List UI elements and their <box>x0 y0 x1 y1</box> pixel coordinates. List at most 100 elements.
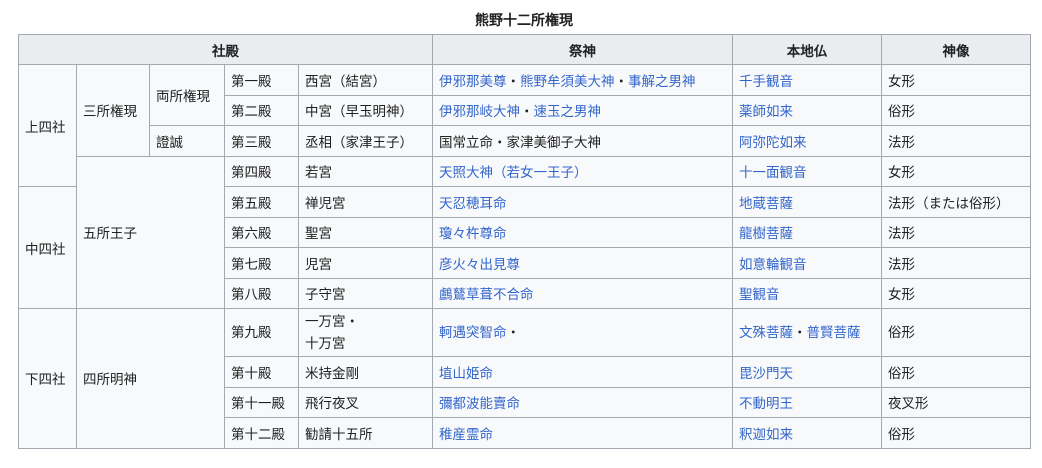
deity-cell: 稚産霊命 <box>432 417 733 449</box>
table-caption: 熊野十二所権現 <box>475 13 573 29</box>
shrine-name-cell: 丞相（家津王子） <box>298 125 433 157</box>
shrine-name-cell: 西宮（結宮） <box>298 64 433 96</box>
den-cell: 第七殿 <box>224 247 299 279</box>
honji-link[interactable]: 如意輪観音 <box>739 257 807 273</box>
honji-cell: 文殊菩薩・普賢菩薩 <box>732 308 882 357</box>
honji-link[interactable]: 阿弥陀如来 <box>739 135 807 151</box>
group-shimoshisha: 下四社 <box>18 308 77 449</box>
shrine-name-cell: 米持金剛 <box>298 356 433 388</box>
honji-cell: 地蔵菩薩 <box>732 186 882 218</box>
honji-link[interactable]: 龍樹菩薩 <box>739 226 793 242</box>
honji-link[interactable]: 普賢菩薩 <box>807 325 861 341</box>
shrine-name-cell: 子守宮 <box>298 277 433 309</box>
deity-link[interactable]: 彌都波能賣命 <box>439 396 520 412</box>
den-cell: 第三殿 <box>224 125 299 157</box>
deity-link[interactable]: 事解之男神 <box>628 74 696 90</box>
honji-link[interactable]: 釈迦如来 <box>739 427 793 443</box>
zo-cell: 俗形 <box>881 308 1031 357</box>
honji-cell: 聖観音 <box>732 277 882 309</box>
shrine-name-cell: 聖宮 <box>298 216 433 248</box>
zo-cell: 法形 <box>881 216 1031 248</box>
zo-cell: 女形 <box>881 64 1031 96</box>
den-cell: 第八殿 <box>224 277 299 309</box>
group-shisho-myojin: 四所明神 <box>76 308 225 449</box>
table-row: 上四社 三所権現 両所権現 第一殿 西宮（結宮） 伊邪那美尊・熊野牟須美大神・事… <box>18 64 1031 187</box>
honji-link[interactable]: 聖観音 <box>739 287 780 303</box>
table-row: 下四社 四所明神 第九殿 一万宮・ 十万宮 軻遇突智命・ 文殊菩薩・普賢菩薩 俗形 <box>18 308 1031 449</box>
den-cell: 第十二殿 <box>224 417 299 449</box>
deity-cell: 軻遇突智命・ <box>432 308 733 357</box>
deity-link[interactable]: 伊邪那岐大神 <box>439 104 520 120</box>
deity-cell: 伊邪那美尊・熊野牟須美大神・事解之男神 <box>432 64 733 96</box>
deity-cell: 伊邪那岐大神・速玉之男神 <box>432 94 733 126</box>
zo-cell: 法形（または俗形） <box>881 186 1031 218</box>
den-cell: 第六殿 <box>224 216 299 248</box>
deity-link[interactable]: 天照大神（若女一王子） <box>439 165 588 181</box>
honji-link[interactable]: 毘沙門天 <box>739 366 793 382</box>
honji-link[interactable]: 文殊菩薩 <box>739 325 793 341</box>
group-shosho: 證誠 <box>149 125 225 157</box>
table-container: 熊野十二所権現 社殿 祭神 本地仏 神像 上四社 三所権現 両所権現 第一殿 西… <box>18 8 1031 449</box>
honji-cell: 釈迦如来 <box>732 417 882 449</box>
header-shaden: 社殿 <box>18 34 433 65</box>
deity-link[interactable]: 鸕鶿草葺不合命 <box>439 287 534 303</box>
header-row: 社殿 祭神 本地仏 神像 <box>18 34 1031 65</box>
honji-cell: 龍樹菩薩 <box>732 216 882 248</box>
group-ryosho-gongen: 両所権現 <box>149 64 225 126</box>
header-saijin: 祭神 <box>432 34 733 65</box>
honji-cell: 不動明王 <box>732 386 882 418</box>
honji-link[interactable]: 不動明王 <box>739 396 793 412</box>
deity-cell: 瓊々杵尊命 <box>432 216 733 248</box>
den-cell: 第一殿 <box>224 64 299 96</box>
deity-link[interactable]: 軻遇突智命 <box>439 325 507 341</box>
honji-link[interactable]: 千手観音 <box>739 74 793 90</box>
shrine-name-cell: 禅児宮 <box>298 186 433 218</box>
shrine-name-cell: 中宮（早玉明神） <box>298 94 433 126</box>
deity-link[interactable]: 天忍穂耳命 <box>439 196 507 212</box>
deity-link[interactable]: 稚産霊命 <box>439 427 493 443</box>
honji-cell: 毘沙門天 <box>732 356 882 388</box>
deity-cell: 国常立命・家津美御子大神 <box>432 125 733 157</box>
den-cell: 第四殿 <box>224 155 299 187</box>
zo-cell: 俗形 <box>881 94 1031 126</box>
den-cell: 第十殿 <box>224 356 299 388</box>
group-gosho-oji: 五所王子 <box>76 155 225 309</box>
shrine-name-cell: 若宮 <box>298 155 433 187</box>
honji-cell: 阿弥陀如来 <box>732 125 882 157</box>
honji-cell: 千手観音 <box>732 64 882 96</box>
honji-cell: 如意輪観音 <box>732 247 882 279</box>
den-cell: 第十一殿 <box>224 386 299 418</box>
group-sansho-gongen: 三所権現 <box>76 64 150 157</box>
honji-link[interactable]: 薬師如来 <box>739 104 793 120</box>
deity-cell: 彌都波能賣命 <box>432 386 733 418</box>
deity-cell: 天忍穂耳命 <box>432 186 733 218</box>
deity-link[interactable]: 速玉之男神 <box>534 104 602 120</box>
group-nakashisha: 中四社 <box>18 186 77 309</box>
shrine-name-cell: 一万宮・ 十万宮 <box>298 308 433 357</box>
header-honjibutsu: 本地仏 <box>732 34 882 65</box>
zo-cell: 法形 <box>881 247 1031 279</box>
deity-link[interactable]: 熊野牟須美大神 <box>520 74 615 90</box>
header-shinzo: 神像 <box>881 34 1031 65</box>
den-cell: 第九殿 <box>224 308 299 357</box>
deity-link[interactable]: 伊邪那美尊 <box>439 74 507 90</box>
honji-link[interactable]: 十一面観音 <box>739 165 807 181</box>
zo-cell: 女形 <box>881 155 1031 187</box>
deity-link[interactable]: 埴山姫命 <box>439 366 493 382</box>
table-row: 五所王子 第四殿 若宮 天照大神（若女一王子） 十一面観音 女形 <box>19 155 1031 309</box>
deity-cell: 彦火々出見尊 <box>432 247 733 279</box>
deity-link[interactable]: 彦火々出見尊 <box>439 257 520 273</box>
honji-cell: 十一面観音 <box>732 155 882 187</box>
table-row: 證誠 第三殿 丞相（家津王子） 国常立命・家津美御子大神 阿弥陀如来 法形 <box>19 125 1031 157</box>
shrine-name-cell: 児宮 <box>298 247 433 279</box>
deity-cell: 埴山姫命 <box>432 356 733 388</box>
den-cell: 第二殿 <box>224 94 299 126</box>
den-cell: 第五殿 <box>224 186 299 218</box>
honji-cell: 薬師如来 <box>732 94 882 126</box>
deity-cell: 天照大神（若女一王子） <box>432 155 733 187</box>
shrine-name-cell: 飛行夜叉 <box>298 386 433 418</box>
zo-cell: 俗形 <box>881 417 1031 449</box>
zo-cell: 俗形 <box>881 356 1031 388</box>
deity-link[interactable]: 瓊々杵尊命 <box>439 226 507 242</box>
honji-link[interactable]: 地蔵菩薩 <box>739 196 793 212</box>
